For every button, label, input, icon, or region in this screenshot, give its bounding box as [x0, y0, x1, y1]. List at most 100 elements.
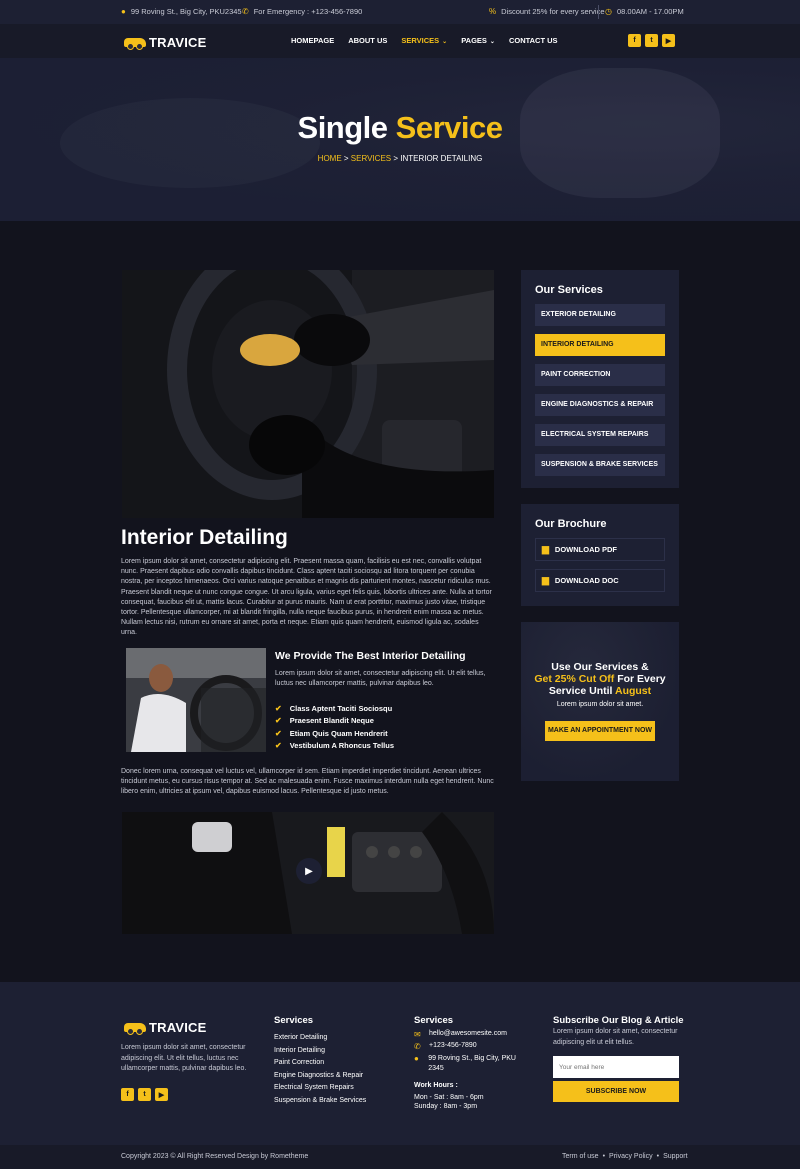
sidebar-item-interior-detailing[interactable]: INTERIOR DETAILING	[535, 334, 665, 356]
top-emergency[interactable]: ✆ For Emergency : +123-456-7890	[242, 7, 362, 16]
section-text: Lorem ipsum dolor sit amet, consectetur …	[275, 670, 486, 688]
email-input[interactable]	[553, 1056, 679, 1078]
list-item: ✔ Praesent Blandit Neque	[275, 716, 374, 726]
youtube-icon[interactable]: ▶	[662, 34, 675, 47]
subscribe-button[interactable]: SUBSCRIBE NOW	[553, 1081, 679, 1102]
phone-icon: ✆	[414, 1042, 421, 1051]
phone-icon: ✆	[242, 6, 249, 16]
top-divider	[598, 5, 599, 19]
facebook-icon[interactable]: f	[121, 1088, 134, 1101]
services-panel-title: Our Services	[535, 284, 603, 296]
page-hero: Single Service HOME > SERVICES > INTERIO…	[0, 58, 800, 221]
footer-about: Lorem ipsum dolor sit amet, consectetur …	[121, 1044, 247, 1072]
section-subtitle: We Provide The Best Interior Detailing	[275, 650, 466, 662]
download-pdf-button[interactable]: ▆ DOWNLOAD PDF	[535, 538, 665, 561]
breadcrumb-home[interactable]: HOME	[318, 154, 342, 163]
top-hours: ◷ 08.00AM - 17.00PM	[605, 6, 684, 16]
support-link[interactable]: Support	[663, 1153, 688, 1160]
footer-link[interactable]: Interior Detailing	[274, 1045, 366, 1058]
footer-contact: ✉ hello@awesomesite.com ✆ +123-456-7890 ● 9…	[414, 1030, 524, 1110]
footer-services-list: Exterior Detailing Interior Detailing Pa…	[274, 1032, 366, 1107]
footer-logo[interactable]: TRAVICE	[124, 1020, 207, 1035]
video-thumbnail[interactable]: ▶	[122, 812, 494, 934]
services-panel: Our Services EXTERIOR DETAILING INTERIOR…	[521, 270, 679, 488]
breadcrumb-services[interactable]: SERVICES	[351, 154, 391, 163]
service-description-2: Donec lorem urna, consequat vel luctus v…	[121, 768, 494, 796]
footer-link[interactable]: Engine Diagnostics & Repair	[274, 1070, 366, 1083]
download-doc-button[interactable]: ▆ DOWNLOAD DOC	[535, 569, 665, 592]
page-title: Single Service	[297, 110, 503, 145]
nav-homepage[interactable]: HOMEPAGE	[291, 36, 334, 45]
clock-icon: ◷	[605, 6, 612, 16]
brochure-panel: Our Brochure ▆ DOWNLOAD PDF ▆ DOWNLOAD DOC	[521, 504, 679, 606]
map-pin-icon: ●	[121, 6, 126, 16]
subscribe-title: Subscribe Our Blog & Article	[553, 1015, 684, 1026]
check-icon: ✔	[275, 741, 282, 751]
main-menu: HOMEPAGE ABOUT US SERVICES ⌄ PAGES ⌄ CONTA…	[291, 36, 572, 45]
brochure-title: Our Brochure	[535, 518, 607, 530]
header-social: f t ▶	[628, 34, 675, 47]
facebook-icon[interactable]: f	[628, 34, 641, 47]
check-icon: ✔	[275, 728, 282, 738]
contact-phone[interactable]: ✆ +123-456-7890	[414, 1042, 524, 1051]
contact-email[interactable]: ✉ hello@awesomesite.com	[414, 1030, 524, 1039]
service-main-image	[122, 270, 494, 518]
footer-link[interactable]: Paint Correction	[274, 1057, 366, 1070]
car-logo-icon	[124, 38, 146, 50]
chevron-down-icon: ⌄	[442, 39, 448, 45]
nav-about-us[interactable]: ABOUT US	[348, 36, 387, 45]
appointment-button[interactable]: MAKE AN APPOINTMENT NOW	[545, 721, 655, 741]
promo-heading: Use Our Services & Get 25% Cut Off For E…	[534, 661, 666, 697]
promo-text: Lorem ipsum dolor sit amet.	[556, 701, 644, 708]
copyright-bar: Copyright 2023 © All Right Reserved Desi…	[0, 1145, 800, 1169]
promo-banner: Use Our Services & Get 25% Cut Off For E…	[521, 622, 679, 781]
sidebar-item-electrical-repairs[interactable]: ELECTRICAL SYSTEM REPAIRS	[535, 424, 665, 446]
mechanic-in-car-image	[126, 648, 266, 752]
features-list: ✔ Class Aptent Taciti Sociosqu ✔ Praesent …	[275, 702, 394, 752]
breadcrumb-current: INTERIOR DETAILING	[400, 154, 483, 163]
footer: TRAVICE Lorem ipsum dolor sit amet, cons…	[0, 982, 800, 1145]
twitter-icon[interactable]: t	[645, 34, 658, 47]
work-hours-sunday: Sunday : 8am - 3pm	[414, 1103, 478, 1110]
chevron-down-icon: ⌄	[489, 39, 495, 45]
check-icon: ✔	[275, 716, 282, 726]
copyright-text: Copyright 2023 © All Right Reserved Desi…	[121, 1153, 309, 1160]
check-icon: ✔	[275, 703, 282, 713]
detailing-image	[126, 648, 266, 752]
youtube-icon[interactable]: ▶	[155, 1088, 168, 1101]
footer-link[interactable]: Suspension & Brake Services	[274, 1095, 366, 1108]
privacy-link[interactable]: Privacy Policy	[609, 1153, 653, 1160]
file-pdf-icon: ▆	[542, 544, 549, 554]
contact-address: ● 99 Roving St., Big City, PKU 2345	[414, 1054, 516, 1072]
terms-link[interactable]: Term of use	[562, 1153, 599, 1160]
footer-social: f t ▶	[121, 1088, 168, 1101]
sidebar-item-paint-correction[interactable]: PAINT CORRECTION	[535, 364, 665, 386]
nav-contact-us[interactable]: CONTACT US	[509, 36, 558, 45]
list-item: ✔ Class Aptent Taciti Sociosqu	[275, 703, 393, 713]
footer-link[interactable]: Exterior Detailing	[274, 1032, 366, 1045]
legal-links: Term of use • Privacy Policy • Support	[562, 1153, 688, 1160]
car-logo-icon	[124, 1023, 146, 1035]
subscribe-text: Lorem ipsum dolor sit amet, consectetur …	[553, 1028, 678, 1046]
nav-services[interactable]: SERVICES ⌄	[401, 36, 447, 45]
envelope-icon: ✉	[414, 1030, 421, 1039]
sidebar-item-exterior-detailing[interactable]: EXTERIOR DETAILING	[535, 304, 665, 326]
nav-pages[interactable]: PAGES ⌄	[461, 36, 495, 45]
top-address: ● 99 Roving St., Big City, PKU2345	[121, 6, 242, 16]
footer-services-title: Services	[274, 1015, 314, 1026]
list-item: ✔ Vestibulum A Rhoncus Tellus	[275, 741, 395, 751]
percent-icon: %	[489, 6, 497, 16]
footer-link[interactable]: Electrical System Repairs	[274, 1082, 366, 1095]
top-discount: % Discount 25% for every service	[489, 6, 605, 16]
logo[interactable]: TRAVICE	[124, 35, 207, 50]
twitter-icon[interactable]: t	[138, 1088, 151, 1101]
sidebar-item-suspension-brake[interactable]: SUSPENSION & BRAKE SERVICES	[535, 454, 665, 476]
top-bar: ● 99 Roving St., Big City, PKU2345 ✆ For…	[0, 0, 800, 24]
breadcrumb: HOME > SERVICES > INTERIOR DETAILING	[317, 154, 483, 163]
list-item: ✔ Etiam Quis Quam Hendrerit	[275, 728, 388, 738]
play-button-icon[interactable]: ▶	[296, 858, 322, 884]
service-title: Interior Detailing	[121, 526, 288, 549]
main-header: TRAVICE HOMEPAGE ABOUT US SERVICES ⌄ PAGE…	[0, 24, 800, 58]
file-doc-icon: ▆	[542, 575, 549, 585]
sidebar-item-engine-diagnostics[interactable]: ENGINE DIAGNOSTICS & REPAIR	[535, 394, 665, 416]
